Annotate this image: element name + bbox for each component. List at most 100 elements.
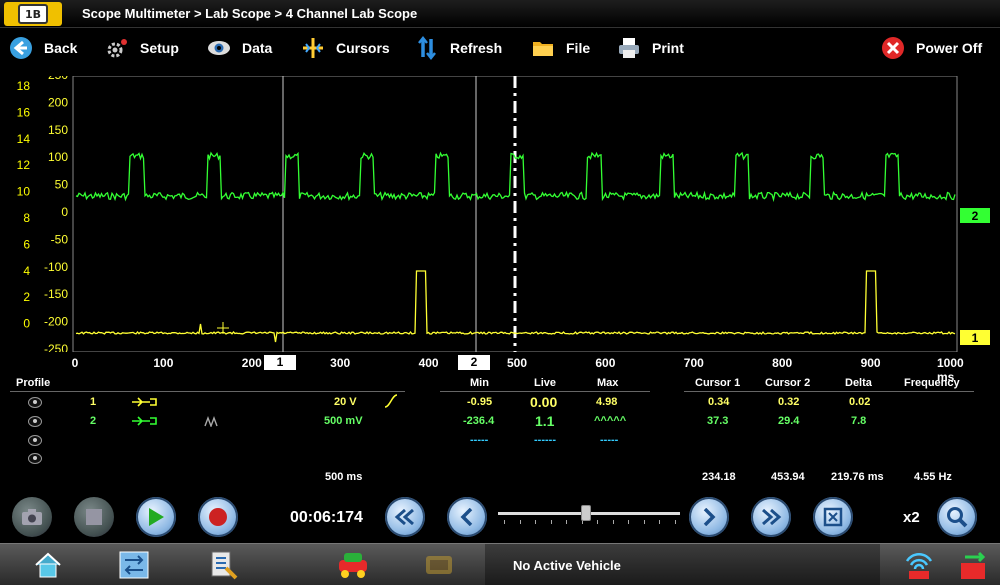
channel1-trigger-slope-icon[interactable] [384, 393, 398, 409]
channel1-cursor2: 0.32 [778, 396, 800, 408]
profile-header: Profile [16, 377, 51, 389]
stop-button[interactable] [74, 497, 114, 537]
ch1-axis-label: 12 [17, 158, 31, 172]
channel4-visibility-eye-icon[interactable] [28, 453, 42, 464]
data-button[interactable]: Data [206, 34, 272, 62]
cursors-icon [303, 38, 323, 58]
slider-tick [643, 520, 645, 524]
channel1-max: 4.98 [596, 396, 618, 408]
ch1-axis-label: 10 [17, 185, 31, 199]
channel2-filter-icon[interactable] [204, 414, 218, 427]
refresh-icon [418, 35, 436, 61]
channel2-cursor2: 29.4 [778, 415, 800, 427]
min-header: Min [470, 377, 489, 389]
file-button[interactable]: File [530, 34, 590, 62]
x-tick-label: 900 [860, 356, 881, 370]
print-button[interactable]: Print [616, 34, 684, 62]
home-button[interactable] [18, 546, 78, 584]
channel2-min: -236.4 [463, 415, 495, 427]
step-forward-button[interactable] [689, 497, 729, 537]
zoom-fit-icon [823, 507, 843, 527]
refresh-button[interactable]: Refresh [414, 34, 502, 62]
printer-icon [619, 38, 639, 58]
zoom-fit-button[interactable] [813, 497, 853, 537]
app-logo-text: 1B [18, 4, 48, 24]
timebase[interactable]: 500 ms [325, 471, 362, 483]
cursor1-marker[interactable]: 1 [264, 355, 296, 370]
channel3-live: ------ [534, 434, 556, 446]
channel1-visibility-eye-icon[interactable] [28, 397, 42, 408]
slider-tick [628, 520, 629, 524]
tools-icon [211, 551, 238, 580]
title-bar: 1B Scope Multimeter > Lab Scope > 4 Chan… [0, 0, 1000, 28]
channel2-visibility-eye-icon[interactable] [28, 416, 42, 427]
play-icon [149, 508, 164, 526]
setup-button[interactable]: Setup [104, 34, 179, 62]
slider-tick [519, 520, 521, 524]
setup-label: Setup [140, 40, 179, 56]
channel3-visibility-eye-icon[interactable] [28, 435, 42, 446]
back-label: Back [44, 40, 78, 56]
switch-apps-button[interactable] [100, 546, 168, 584]
play-button[interactable] [136, 497, 176, 537]
playback-controls: 00:06:174 x2 [0, 493, 1000, 541]
channel1-scale[interactable]: 20 V [334, 396, 357, 408]
magnifier-icon [947, 507, 968, 528]
step-back-icon [460, 508, 473, 526]
delta-header: Delta [845, 377, 872, 389]
ch2-axis-label: -100 [44, 260, 68, 274]
rewind-button[interactable] [385, 497, 425, 537]
ch1-axis-label: 0 [23, 317, 30, 331]
zoom-button[interactable] [937, 497, 977, 537]
cursor2-marker[interactable]: 2 [458, 355, 490, 370]
power-off-icon [882, 37, 904, 59]
step-back-button[interactable] [447, 497, 487, 537]
tools-button[interactable] [190, 546, 258, 584]
cursors-label: Cursors [336, 40, 390, 56]
usb-connection-button[interactable] [950, 546, 996, 584]
toolbar: Back Setup Data Cursors Refresh File Pri… [0, 28, 1000, 68]
slider-tick [550, 520, 552, 524]
vehicle-history-button[interactable] [405, 546, 473, 584]
wifi-button[interactable] [896, 546, 942, 584]
data-label: Data [242, 40, 273, 56]
refresh-label: Refresh [450, 40, 503, 56]
slider-tick [612, 520, 614, 524]
app-logo[interactable]: 1B [4, 2, 62, 26]
ch1-axis-label: 14 [17, 132, 31, 146]
ch2-axis-label: -150 [44, 287, 68, 301]
channel3-min: ----- [470, 434, 489, 446]
frequency-value: 4.55 Hz [914, 471, 952, 483]
ch2-axis-label: 0 [61, 205, 68, 219]
power-off-button[interactable]: Power Off [880, 34, 982, 62]
slider-tick [566, 520, 567, 524]
svg-text:1: 1 [972, 331, 979, 345]
ch1-axis-label: 18 [17, 79, 31, 93]
svg-text:2: 2 [972, 209, 979, 223]
channel2-scale[interactable]: 500 mV [324, 415, 363, 427]
camera-icon [22, 509, 42, 525]
cursors-button[interactable]: Cursors [300, 34, 390, 62]
step-forward-icon [703, 508, 716, 526]
delta-time: 219.76 ms [831, 471, 884, 483]
scope-graph[interactable]: 181614121086420 250200150100500-50-100-1… [0, 76, 1000, 352]
channel2-probe-icon[interactable] [130, 414, 162, 428]
channel1-marker[interactable]: 1 [960, 330, 990, 345]
record-button[interactable] [198, 497, 238, 537]
camera-button[interactable] [12, 497, 52, 537]
cursor1-time: 234.18 [702, 471, 736, 483]
back-button[interactable]: Back [8, 34, 77, 62]
ch1-axis-label: 6 [23, 237, 30, 251]
channel3-max: ----- [600, 434, 619, 446]
channel1-delta: 0.02 [849, 396, 871, 408]
channel1-live: 0.00 [530, 394, 558, 410]
back-arrow-icon [10, 37, 32, 59]
channel1-probe-icon[interactable] [130, 395, 162, 409]
playback-slider[interactable] [498, 503, 680, 533]
vehicle-id-button[interactable] [315, 546, 391, 584]
ch2-axis-label: 250 [48, 76, 68, 82]
channel2-marker[interactable]: 2 [960, 208, 990, 223]
fast-forward-button[interactable] [751, 497, 791, 537]
slider-thumb[interactable] [580, 505, 591, 521]
vehicle-history-icon [426, 556, 452, 574]
